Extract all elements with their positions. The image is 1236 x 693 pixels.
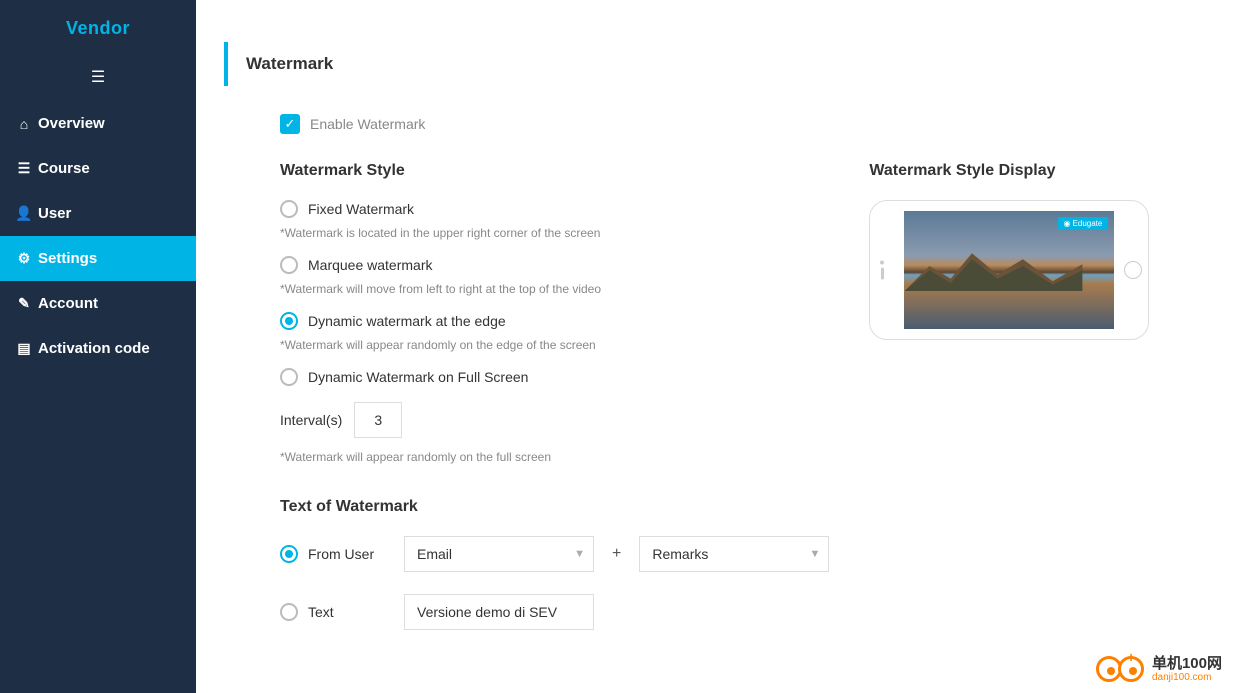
footer-logo-text-en: danji100.com (1152, 672, 1222, 683)
gears-icon: ⚙ (16, 250, 32, 267)
watermark-preview-column: Watermark Style Display (869, 162, 1152, 652)
radio-row-marquee: Marquee watermark (280, 256, 829, 274)
sliders-icon: ☰ (16, 160, 32, 177)
menu-toggle-button[interactable]: ☰ (0, 57, 196, 101)
mountain-illustration (904, 249, 1082, 291)
phone-speaker-icon (880, 261, 884, 280)
enable-watermark-checkbox[interactable]: ✓ (280, 114, 300, 134)
radio-from-user[interactable] (280, 545, 298, 563)
from-user-row: From User ▼ + ▼ (280, 536, 829, 572)
home-icon: ⌂ (16, 116, 32, 132)
sidebar-item-label: Course (38, 160, 90, 177)
from-user-select-1[interactable]: ▼ (404, 536, 594, 572)
radio-dynamic-fullscreen-watermark[interactable] (280, 368, 298, 386)
hint-text: *Watermark is located in the upper right… (280, 226, 829, 240)
from-user-select-2[interactable]: ▼ (639, 536, 829, 572)
radio-label: Dynamic Watermark on Full Screen (308, 369, 528, 385)
sidebar-item-label: Settings (38, 250, 97, 267)
sidebar-item-label: Activation code (38, 340, 150, 357)
watermark-style-heading: Watermark Style (280, 162, 829, 180)
sidebar: Vendor ☰ ⌂ Overview ☰ Course 👤 User ⚙ Se… (0, 0, 196, 693)
radio-label: Fixed Watermark (308, 201, 414, 217)
sidebar-item-course[interactable]: ☰ Course (0, 146, 196, 191)
phone-home-button-icon (1124, 261, 1142, 279)
radio-row-dynamic-edge: Dynamic watermark at the edge (280, 312, 829, 330)
watermark-style-column: Watermark Style Fixed Watermark *Waterma… (280, 162, 829, 652)
sidebar-item-label: Account (38, 295, 98, 312)
select-value[interactable] (405, 537, 593, 571)
phone-preview-frame: ◉ Edugate (869, 200, 1149, 340)
sidebar-item-activation-code[interactable]: ▤ Activation code (0, 326, 196, 371)
radio-dynamic-edge-watermark[interactable] (280, 312, 298, 330)
radio-row-fixed: Fixed Watermark (280, 200, 829, 218)
sidebar-item-account[interactable]: ✎ Account (0, 281, 196, 326)
hint-text: *Watermark will move from left to right … (280, 282, 829, 296)
phone-screen: ◉ Edugate (904, 211, 1114, 329)
radio-text[interactable] (280, 603, 298, 621)
sidebar-item-label: User (38, 205, 71, 222)
sidebar-item-label: Overview (38, 115, 105, 132)
sidebar-item-user[interactable]: 👤 User (0, 191, 196, 236)
enable-watermark-label: Enable Watermark (310, 116, 425, 132)
hamburger-icon: ☰ (91, 69, 105, 86)
sidebar-nav: ⌂ Overview ☰ Course 👤 User ⚙ Settings ✎ … (0, 101, 196, 371)
enable-watermark-row: ✓ Enable Watermark (280, 114, 1152, 134)
select-value[interactable] (640, 537, 828, 571)
sidebar-item-overview[interactable]: ⌂ Overview (0, 101, 196, 146)
panel-header: Watermark (224, 42, 1208, 86)
text-watermark-heading: Text of Watermark (280, 498, 829, 516)
radio-row-dynamic-fullscreen: Dynamic Watermark on Full Screen (280, 368, 829, 386)
brand-title: Vendor (0, 0, 196, 57)
sidebar-item-settings[interactable]: ⚙ Settings (0, 236, 196, 281)
panel-title: Watermark (246, 54, 1190, 74)
user-icon: 👤 (16, 205, 32, 222)
preview-heading: Watermark Style Display (869, 162, 1152, 180)
footer-logo-text-cn: 单机100网 (1152, 656, 1222, 673)
radio-label: From User (308, 546, 374, 562)
badge-icon: ◉ (1064, 219, 1071, 228)
text-row: Text (280, 594, 829, 630)
join-plus: + (608, 545, 625, 563)
logo-eyes-icon (1096, 656, 1144, 682)
badge-text: Edugate (1073, 219, 1103, 228)
radio-label: Marquee watermark (308, 257, 433, 273)
edit-icon: ✎ (16, 295, 32, 312)
radio-label: Dynamic watermark at the edge (308, 313, 506, 329)
hint-text: *Watermark will appear randomly on the e… (280, 338, 829, 352)
radio-label: Text (308, 604, 334, 620)
radio-marquee-watermark[interactable] (280, 256, 298, 274)
interval-input[interactable] (354, 402, 402, 438)
footer-logo: 单机100网 danji100.com (1096, 656, 1222, 684)
hint-text: *Watermark will appear randomly on the f… (280, 450, 829, 464)
watermark-panel: Watermark ✓ Enable Watermark Watermark S… (224, 42, 1208, 652)
book-icon: ▤ (16, 340, 32, 357)
radio-fixed-watermark[interactable] (280, 200, 298, 218)
interval-label: Interval(s) (280, 412, 342, 428)
interval-row: Interval(s) (280, 402, 829, 438)
main-content: Watermark ✓ Enable Watermark Watermark S… (196, 0, 1236, 693)
check-icon: ✓ (285, 116, 296, 132)
watermark-text-input[interactable] (404, 594, 594, 630)
watermark-badge: ◉ Edugate (1058, 217, 1109, 230)
